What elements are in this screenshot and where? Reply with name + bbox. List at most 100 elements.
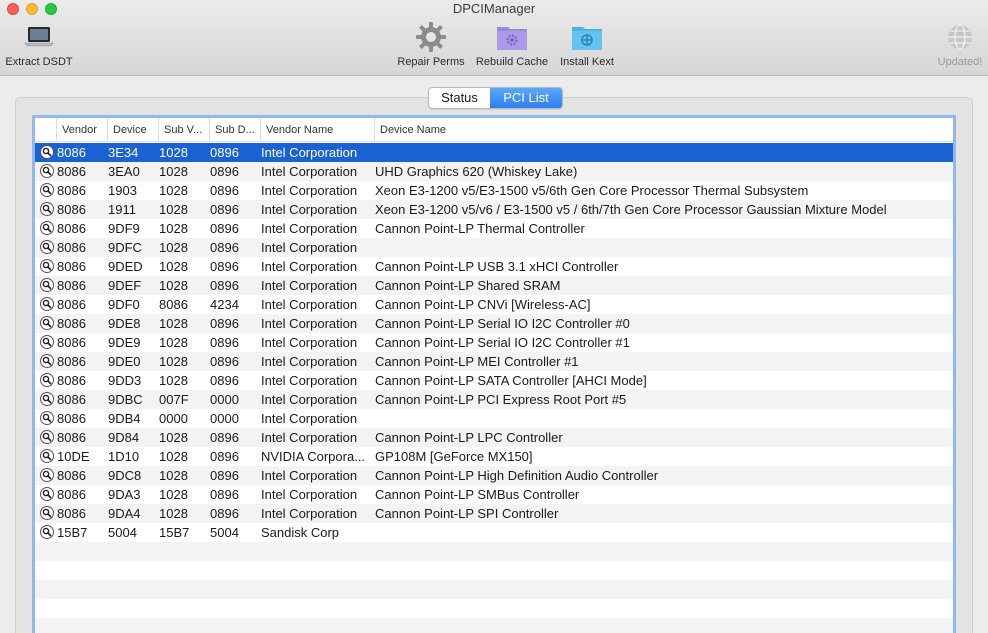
cell-vendor-name: Intel Corporation <box>261 487 358 502</box>
column-header-icon[interactable] <box>35 118 56 142</box>
table-row[interactable]: 8086 9DA3 1028 0896 Intel Corporation Cannon … <box>35 485 953 504</box>
cell-subvendor-id: 1028 <box>159 202 188 217</box>
cell-subdevice-id: 0896 <box>210 468 239 483</box>
cell-vendor-id: 8086 <box>57 297 86 312</box>
column-header-subvendor[interactable]: Sub V... <box>158 118 209 142</box>
cell-device-id: 9D84 <box>108 430 140 445</box>
table-row[interactable]: 8086 9DE0 1028 0896 Intel Corporation Cannon … <box>35 352 953 371</box>
device-info-icon[interactable] <box>40 447 54 466</box>
cell-vendor-id: 8086 <box>57 468 86 483</box>
update-status-button[interactable]: Updated! <box>934 22 986 74</box>
table-row[interactable]: 8086 9DD3 1028 0896 Intel Corporation Cannon … <box>35 371 953 390</box>
column-header-vendor[interactable]: Vendor <box>56 118 107 142</box>
title-bar: DPCIManager Extract DSDT Repair Perms Re… <box>0 0 988 76</box>
table-row[interactable]: 15B7 5004 15B7 5004 Sandisk Corp <box>35 523 953 542</box>
cell-device-name: Xeon E3-1200 v5/E3-1500 v5/6th Gen Core … <box>375 183 809 198</box>
device-info-icon[interactable] <box>40 219 54 238</box>
device-info-icon[interactable] <box>40 485 54 504</box>
device-info-icon[interactable] <box>40 409 54 428</box>
device-info-icon[interactable] <box>40 523 54 542</box>
cell-vendor-name: Intel Corporation <box>261 373 358 388</box>
table-row[interactable]: 8086 9DBC 007F 0000 Intel Corporation Cannon … <box>35 390 953 409</box>
cell-subdevice-id: 0896 <box>210 164 239 179</box>
cell-device-id: 3EA0 <box>108 164 140 179</box>
device-info-icon[interactable] <box>40 390 54 409</box>
cell-subdevice-id: 0000 <box>210 411 239 426</box>
device-info-icon[interactable] <box>40 428 54 447</box>
table-row[interactable]: 10DE 1D10 1028 0896 NVIDIA Corpora... GP108M … <box>35 447 953 466</box>
table-row[interactable]: 8086 1903 1028 0896 Intel Corporation Xeon E3… <box>35 181 953 200</box>
device-info-icon[interactable] <box>40 371 54 390</box>
rebuild-cache-button[interactable]: Rebuild Cache <box>473 22 551 74</box>
cell-device-id: 9DF0 <box>108 297 140 312</box>
cell-vendor-id: 8086 <box>57 278 86 293</box>
device-info-icon[interactable] <box>40 295 54 314</box>
cell-device-id: 9DBC <box>108 392 143 407</box>
column-header-subdevice[interactable]: Sub D... <box>209 118 260 142</box>
table-row[interactable]: 8086 9DC8 1028 0896 Intel Corporation Cannon … <box>35 466 953 485</box>
cell-vendor-name: Intel Corporation <box>261 411 358 426</box>
device-info-icon[interactable] <box>40 504 54 523</box>
cell-device-id: 3E34 <box>108 145 139 160</box>
device-info-icon[interactable] <box>40 238 54 257</box>
device-info-icon[interactable] <box>40 333 54 352</box>
column-header-device[interactable]: Device <box>107 118 158 142</box>
device-info-icon[interactable] <box>40 276 54 295</box>
table-row[interactable]: 8086 9DE8 1028 0896 Intel Corporation Cannon … <box>35 314 953 333</box>
laptop-icon <box>24 25 54 52</box>
table-row[interactable]: 8086 9DF0 8086 4234 Intel Corporation Cannon … <box>35 295 953 314</box>
tab-pci-list[interactable]: PCI List <box>490 88 562 108</box>
device-info-icon[interactable] <box>40 181 54 200</box>
extract-dsdt-button[interactable]: Extract DSDT <box>4 22 74 74</box>
tab-status[interactable]: Status <box>429 88 490 108</box>
cell-subdevice-id: 0896 <box>210 335 239 350</box>
device-info-icon[interactable] <box>40 314 54 333</box>
cell-vendor-id: 8086 <box>57 183 86 198</box>
cell-vendor-name: Intel Corporation <box>261 145 358 160</box>
device-info-icon[interactable] <box>40 200 54 219</box>
table-row[interactable]: 8086 1911 1028 0896 Intel Corporation Xeon E3… <box>35 200 953 219</box>
table-row[interactable]: 8086 9DFC 1028 0896 Intel Corporation <box>35 238 953 257</box>
cell-device-id: 9DE0 <box>108 354 141 369</box>
table-row[interactable]: 8086 9DEF 1028 0896 Intel Corporation Cannon … <box>35 276 953 295</box>
table-row[interactable]: 8086 3EA0 1028 0896 Intel Corporation UHD Gra… <box>35 162 953 181</box>
cell-device-id: 1D10 <box>108 449 140 464</box>
table-row[interactable]: 8086 3E34 1028 0896 Intel Corporation <box>35 143 953 162</box>
cell-subvendor-id: 1028 <box>159 506 188 521</box>
cell-subdevice-id: 0896 <box>210 354 239 369</box>
table-row[interactable]: 8086 9DED 1028 0896 Intel Corporation Cannon … <box>35 257 953 276</box>
cell-device-name: Cannon Point-LP Serial IO I2C Controller… <box>375 316 630 331</box>
cell-subvendor-id: 1028 <box>159 183 188 198</box>
device-info-icon[interactable] <box>40 143 54 162</box>
table-row[interactable]: 8086 9DE9 1028 0896 Intel Corporation Cannon … <box>35 333 953 352</box>
cell-device-name <box>375 238 950 257</box>
cell-subdevice-id: 0896 <box>210 259 239 274</box>
column-header-device-name[interactable]: Device Name <box>374 118 953 142</box>
table-row[interactable]: 8086 9D84 1028 0896 Intel Corporation Cannon … <box>35 428 953 447</box>
cell-device-name <box>375 143 950 162</box>
cell-vendor-id: 8086 <box>57 354 86 369</box>
cell-device-name <box>375 523 950 542</box>
cell-subdevice-id: 0896 <box>210 202 239 217</box>
cell-vendor-name: Intel Corporation <box>261 335 358 350</box>
pci-device-table[interactable]: Vendor Device Sub V... Sub D... Vendor N… <box>32 115 956 633</box>
cell-vendor-name: Intel Corporation <box>261 430 358 445</box>
cell-device-id: 9DC8 <box>108 468 142 483</box>
cell-subvendor-id: 1028 <box>159 430 188 445</box>
device-info-icon[interactable] <box>40 257 54 276</box>
device-info-icon[interactable] <box>40 466 54 485</box>
table-row[interactable]: 8086 9DA4 1028 0896 Intel Corporation Cannon … <box>35 504 953 523</box>
table-body: 8086 3E34 1028 0896 Intel Corporation 8086 3EA… <box>35 143 953 633</box>
cell-vendor-name: Intel Corporation <box>261 221 358 236</box>
device-info-icon[interactable] <box>40 352 54 371</box>
device-info-icon[interactable] <box>40 162 54 181</box>
cell-vendor-id: 15B7 <box>57 525 88 540</box>
table-row[interactable]: 8086 9DB4 0000 0000 Intel Corporation <box>35 409 953 428</box>
column-header-vendor-name[interactable]: Vendor Name <box>260 118 374 142</box>
cell-device-id: 9DB4 <box>108 411 141 426</box>
table-row[interactable]: 8086 9DF9 1028 0896 Intel Corporation Cannon … <box>35 219 953 238</box>
view-tabs: Status PCI List <box>428 87 563 109</box>
repair-perms-button[interactable]: Repair Perms <box>394 21 468 74</box>
install-kext-button[interactable]: Install Kext <box>556 22 618 74</box>
cell-vendor-name: Intel Corporation <box>261 354 358 369</box>
